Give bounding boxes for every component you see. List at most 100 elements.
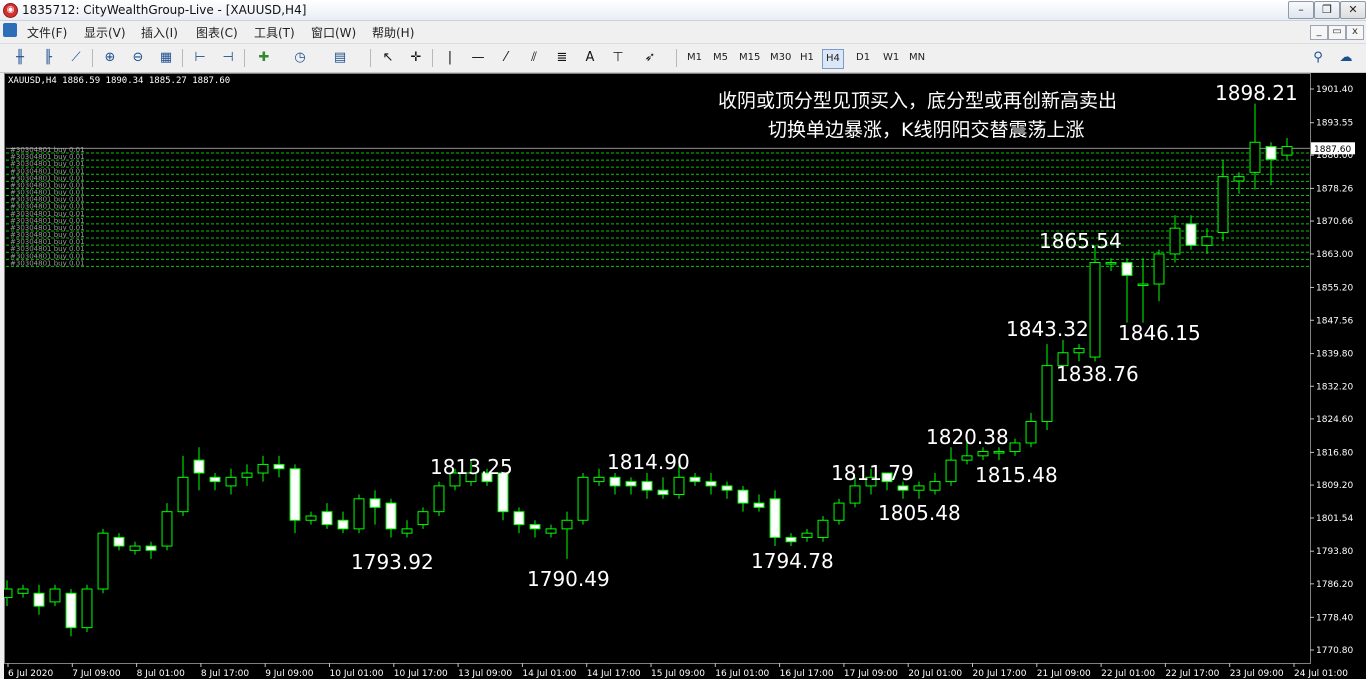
price-chart[interactable]: 1901.40 1893.55 1886.00 1878.26 1870.66 1863.… xyxy=(4,73,1366,679)
y-tick-label: 1832.20 xyxy=(1316,382,1353,392)
candle-bull xyxy=(961,455,973,461)
x-tick-label: 24 Jul 01:00 xyxy=(1294,669,1348,679)
mdi-close-button[interactable]: x xyxy=(1346,25,1364,40)
timeframe-h1[interactable]: H1 xyxy=(797,49,817,67)
zoom-in-icon[interactable]: ⊕ xyxy=(100,48,120,68)
arrows-icon[interactable]: ➶ xyxy=(640,48,660,68)
candle-bear xyxy=(657,489,669,496)
candle-bear xyxy=(145,545,157,551)
timeframe-m15[interactable]: M15 xyxy=(736,49,763,67)
fibonacci-icon[interactable]: ≣ xyxy=(552,48,572,68)
candle-bull xyxy=(817,519,829,538)
x-tick-label: 10 Jul 17:00 xyxy=(394,669,448,679)
tile-windows-icon[interactable]: ▦ xyxy=(156,48,176,68)
annotation-1813: 1813.25 xyxy=(430,455,513,479)
y-tick-label: 1870.66 xyxy=(1316,217,1353,227)
candle-bear xyxy=(897,485,909,491)
menu-insert[interactable]: 插入(I) xyxy=(141,24,178,41)
candle-bull xyxy=(353,498,365,530)
candle-bull xyxy=(1089,262,1101,358)
annotation-1846: 1846.15 xyxy=(1118,321,1201,345)
horizontal-line-icon[interactable]: — xyxy=(468,48,488,68)
timeframe-m5[interactable]: M5 xyxy=(710,49,731,67)
candle-bear xyxy=(769,498,781,538)
line-chart-icon[interactable]: ⟋ xyxy=(66,48,86,68)
close-button[interactable]: ✕ xyxy=(1340,1,1366,19)
candle-bull xyxy=(305,515,317,521)
timeframe-m1[interactable]: M1 xyxy=(684,49,705,67)
menu-view[interactable]: 显示(V) xyxy=(84,24,126,41)
trendline-icon[interactable]: ⁄ xyxy=(496,48,516,68)
candle-bear xyxy=(785,536,797,543)
candle-bull xyxy=(1137,283,1149,287)
x-tick-label: 16 Jul 17:00 xyxy=(780,669,834,679)
bar-chart-icon[interactable]: ╫ xyxy=(10,48,30,68)
candle-bull xyxy=(225,476,237,487)
minimize-button[interactable]: – xyxy=(1288,1,1314,19)
menu-charts[interactable]: 图表(C) xyxy=(196,24,238,41)
maximize-button[interactable]: ❐ xyxy=(1314,1,1340,19)
annotation-1814: 1814.90 xyxy=(607,450,690,474)
candle-bull xyxy=(1233,176,1245,182)
menu-tools[interactable]: 工具(T) xyxy=(254,24,295,41)
search-icon[interactable]: ⚲ xyxy=(1308,48,1328,68)
candlestick-icon[interactable]: ╟ xyxy=(38,48,58,68)
x-tick-label: 10 Jul 01:00 xyxy=(330,669,384,679)
x-tick-label: 21 Jul 09:00 xyxy=(1037,669,1091,679)
headline-2: 切换单边暴涨，K线阴阳交替震荡上涨 xyxy=(768,119,1085,141)
candle-bull xyxy=(81,588,93,629)
candle-bull xyxy=(1009,442,1021,453)
mdi-minimize-button[interactable]: _ xyxy=(1310,25,1328,40)
timeframe-m30[interactable]: M30 xyxy=(767,49,794,67)
zoom-out-icon[interactable]: ⊖ xyxy=(128,48,148,68)
candle-bear xyxy=(321,511,333,526)
candle-bear xyxy=(289,468,301,521)
candle-bull xyxy=(993,451,1005,454)
y-tick-label: 1893.55 xyxy=(1316,119,1353,129)
candle-bull xyxy=(561,519,573,530)
menu-help[interactable]: 帮助(H) xyxy=(372,24,414,41)
text-label-icon[interactable]: ⊤ xyxy=(608,48,628,68)
window-title: 1835712: CityWealthGroup-Live - [XAUUSD,… xyxy=(22,3,307,17)
mdi-restore-button[interactable]: ▭ xyxy=(1328,25,1346,40)
timeframe-mn[interactable]: MN xyxy=(906,49,928,67)
indicators-icon[interactable]: ✚ xyxy=(254,48,274,68)
toolbar: ╫ ╟ ⟋ ⊕ ⊖ ▦ ⊢ ⊣ ✚ ◷ ▤ ↖ ✛ | — ⁄ ⫽ ≣ A ⊤ … xyxy=(0,43,1366,73)
y-tick-label: 1801.54 xyxy=(1316,514,1353,524)
annotation-1820: 1820.38 xyxy=(926,425,1009,449)
candle-bull xyxy=(1105,262,1117,265)
candle-bear xyxy=(209,476,221,483)
vertical-line-icon[interactable]: | xyxy=(440,48,460,68)
candle-bear xyxy=(753,502,765,508)
templates-icon[interactable]: ▤ xyxy=(330,48,350,68)
autoscroll-icon[interactable]: ⊣ xyxy=(218,48,238,68)
cursor-icon[interactable]: ↖ xyxy=(378,48,398,68)
crosshair-icon[interactable]: ✛ xyxy=(406,48,426,68)
text-tool-icon[interactable]: A xyxy=(580,48,600,68)
candle-bear xyxy=(721,485,733,491)
timeframe-h4[interactable]: H4 xyxy=(822,49,844,69)
x-tick-label: 9 Jul 09:00 xyxy=(265,669,314,679)
candle-bear xyxy=(65,592,77,629)
menu-file[interactable]: 文件(F) xyxy=(27,24,67,41)
timeframe-w1[interactable]: W1 xyxy=(880,49,902,67)
x-tick-label: 22 Jul 01:00 xyxy=(1101,669,1155,679)
headline-1: 收阴或顶分型见顶买入，底分型或再创新高卖出 xyxy=(718,90,1118,112)
candle-bull xyxy=(1249,141,1261,173)
timeframe-d1[interactable]: D1 xyxy=(853,49,873,67)
candle-bull xyxy=(673,476,685,496)
x-tick-label: 6 Jul 2020 xyxy=(8,669,53,679)
periods-clock-icon[interactable]: ◷ xyxy=(290,48,310,68)
x-tick-label: 15 Jul 09:00 xyxy=(651,669,705,679)
candle-bull xyxy=(401,528,413,534)
candle-bear xyxy=(1185,223,1197,246)
annotation-1793: 1793.92 xyxy=(351,550,434,574)
pending-order-label: #30304801 buy 0.01 xyxy=(10,259,85,267)
window-titlebar: ◉ 1835712: CityWealthGroup-Live - [XAUUS… xyxy=(0,0,1366,21)
chart-shift-icon[interactable]: ⊢ xyxy=(190,48,210,68)
candle-bull xyxy=(129,545,141,551)
community-icon[interactable]: ☁ xyxy=(1336,48,1356,68)
equidistant-channel-icon[interactable]: ⫽ xyxy=(524,48,544,68)
menu-window[interactable]: 窗口(W) xyxy=(311,24,356,41)
candle-bull xyxy=(1025,420,1037,444)
